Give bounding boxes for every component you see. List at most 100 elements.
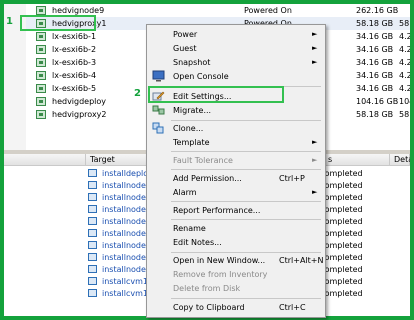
vm-icon (36, 6, 46, 15)
vm-task-icon (88, 229, 97, 237)
submenu-arrow-icon: ► (312, 156, 318, 164)
console-icon (152, 70, 165, 82)
vm-name: hedvigproxy2 (52, 110, 107, 119)
vm-icon (36, 32, 46, 41)
callout-step-2-number: 2 (134, 88, 141, 99)
menu-item-label: Report Performance... (173, 206, 261, 215)
menu-separator (171, 298, 321, 299)
menu-item-label: Delete from Disk (173, 284, 241, 293)
menu-item-add-permission[interactable]: Add Permission... Ctrl+P (147, 172, 325, 185)
vm-size: 34.16 GB (356, 45, 394, 54)
menu-item-snapshot[interactable]: Snapshot ► (147, 56, 325, 69)
menu-item-alarm[interactable]: Alarm ► (147, 186, 325, 199)
submenu-arrow-icon: ► (312, 58, 318, 66)
vm-name: lx-esxi6b-3 (52, 58, 97, 67)
vm-size: 104.16 GB (356, 97, 399, 106)
vm-task-icon (88, 205, 97, 213)
vm-icon (36, 58, 46, 67)
migrate-icon (152, 105, 165, 115)
vm-icon (36, 84, 46, 93)
vm-size: 58.18 GB (356, 110, 394, 119)
menu-item-label: Fault Tolerance (173, 156, 233, 165)
task-target[interactable]: installnode1 (102, 253, 151, 262)
menu-item-shortcut: Ctrl+Alt+N (279, 256, 324, 265)
menu-item-power[interactable]: Power ► (147, 28, 325, 41)
menu-item-label: Copy to Clipboard (173, 303, 245, 312)
menu-item-label: Edit Notes... (173, 238, 222, 247)
vm-size: 58.18 GB (356, 19, 394, 28)
vm-task-icon (88, 241, 97, 249)
task-target[interactable]: installnode1 (102, 241, 151, 250)
task-target[interactable]: installnode1 (102, 265, 151, 274)
menu-item-label: Open Console (173, 72, 229, 81)
vm-size: 34.16 GB (356, 32, 394, 41)
vm-size: 262.16 GB (356, 6, 399, 15)
menu-separator (171, 151, 321, 152)
menu-item-open-console[interactable]: Open Console (147, 70, 325, 83)
menu-item-migrate[interactable]: Migrate... (147, 104, 325, 117)
menu-item-label: Alarm (173, 188, 197, 197)
vm-name: hedvigdeploy (52, 97, 107, 106)
menu-item-label: Rename (173, 224, 206, 233)
task-target[interactable]: installnode3 (102, 205, 151, 214)
menu-item-open-new-window[interactable]: Open in New Window... Ctrl+Alt+N (147, 254, 325, 267)
vm-size-secondary: 58.18 (399, 19, 410, 28)
vm-size-secondary: 4.24 G (399, 84, 410, 93)
column-header-blank[interactable] (4, 154, 86, 166)
menu-item-label: Migrate... (173, 106, 212, 115)
menu-item-guest[interactable]: Guest ► (147, 42, 325, 55)
vm-context-menu: Power ► Guest ► Snapshot ► Open Console Edi… (146, 24, 326, 318)
menu-item-clone[interactable]: Clone... (147, 122, 325, 135)
menu-item-template[interactable]: Template ► (147, 136, 325, 149)
task-target[interactable]: installnode2 (102, 229, 151, 238)
menu-item-rename[interactable]: Rename (147, 222, 325, 235)
menu-separator (171, 201, 321, 202)
menu-item-fault-tolerance: Fault Tolerance ► (147, 154, 325, 167)
menu-item-label: Guest (173, 44, 197, 53)
vm-task-icon (88, 289, 97, 297)
column-header-status[interactable]: s (324, 154, 390, 166)
menu-item-label: Remove from Inventory (173, 270, 268, 279)
column-header-details[interactable]: Details (390, 154, 410, 166)
vm-task-icon (88, 169, 97, 177)
menu-separator (171, 120, 321, 121)
submenu-arrow-icon: ► (312, 44, 318, 52)
vm-size: 34.16 GB (356, 71, 394, 80)
task-target[interactable]: installcvm1 (102, 289, 148, 298)
vm-size: 34.16 GB (356, 84, 394, 93)
submenu-arrow-icon: ► (312, 188, 318, 196)
menu-item-edit-notes[interactable]: Edit Notes... (147, 236, 325, 249)
menu-item-remove-inventory: Remove from Inventory (147, 268, 325, 281)
vm-task-icon (88, 193, 97, 201)
menu-item-label: Snapshot (173, 58, 211, 67)
callout-step-1-highlight (20, 15, 96, 31)
callout-step-1-number: 1 (6, 16, 13, 27)
task-target[interactable]: installnode1 (102, 181, 151, 190)
vm-name: lx-esxi6b-2 (52, 45, 97, 54)
menu-item-delete-disk: Delete from Disk (147, 282, 325, 295)
callout-step-2-highlight (148, 86, 284, 103)
menu-separator (171, 252, 321, 253)
menu-item-shortcut: Ctrl+C (279, 303, 306, 312)
menu-item-label: Template (173, 138, 210, 147)
menu-item-label: Clone... (173, 124, 204, 133)
submenu-arrow-icon: ► (312, 30, 318, 38)
vm-size-secondary: 4.24 G (399, 45, 410, 54)
menu-item-copy-clipboard[interactable]: Copy to Clipboard Ctrl+C (147, 301, 325, 314)
task-target[interactable]: installcvm1 (102, 277, 148, 286)
vm-size-secondary: 58.18 (399, 110, 410, 119)
vm-size-secondary: 104.1 (399, 97, 410, 106)
vm-size-secondary: 4.24 G (399, 71, 410, 80)
vm-size-secondary: 4.24 G (399, 58, 410, 67)
task-target[interactable]: installnode1 (102, 193, 151, 202)
vm-icon (36, 45, 46, 54)
vm-task-icon (88, 217, 97, 225)
vm-size-secondary: 4.24 G (399, 32, 410, 41)
vm-icon (36, 71, 46, 80)
vm-task-icon (88, 253, 97, 261)
menu-item-label: Open in New Window... (173, 256, 266, 265)
menu-item-report-performance[interactable]: Report Performance... (147, 204, 325, 217)
vm-name: hedvignode9 (52, 6, 105, 15)
vm-icon (36, 97, 46, 106)
task-target[interactable]: installnode2 (102, 217, 151, 226)
